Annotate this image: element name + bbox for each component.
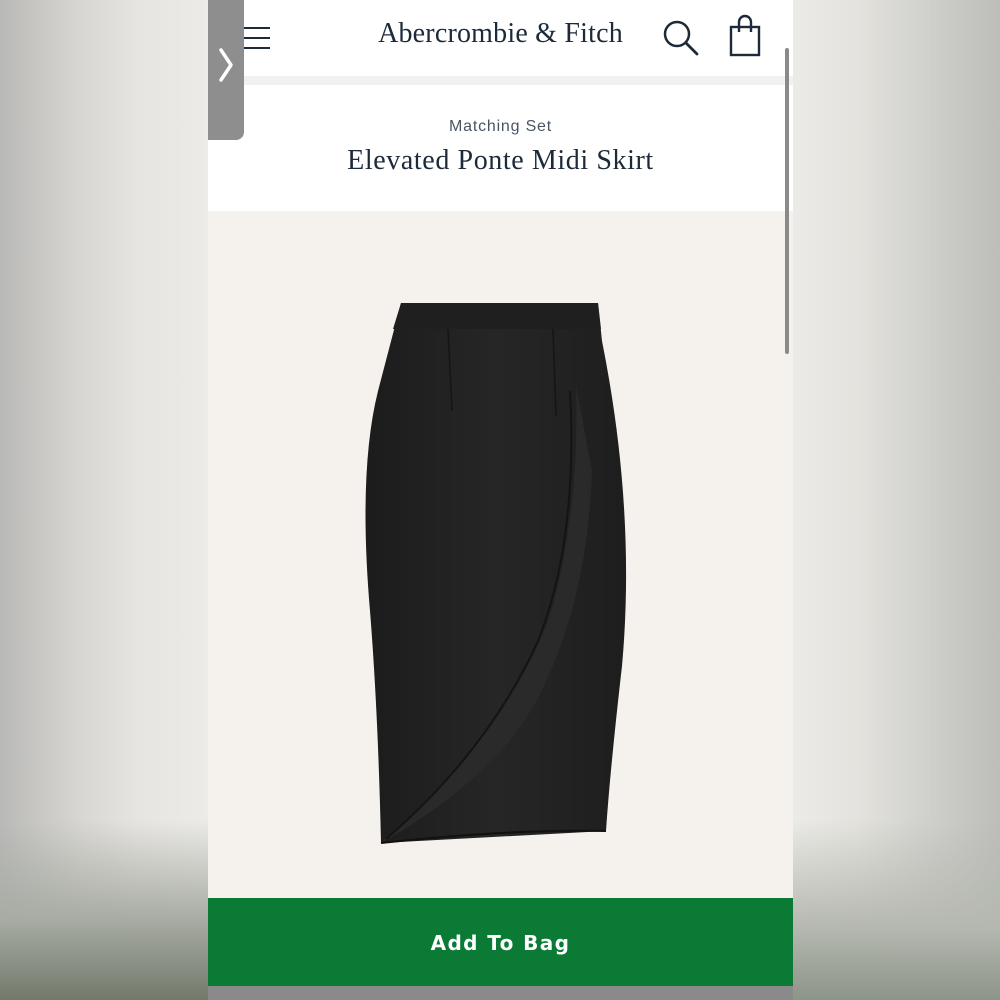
bottom-bar xyxy=(208,986,793,1000)
phone-screen: Abercrombie & Fitch Matching Set Elevate… xyxy=(208,0,793,1000)
side-panel-tab[interactable] xyxy=(208,0,244,140)
add-to-bag-button[interactable]: Add To Bag xyxy=(208,898,793,986)
brand-logo[interactable]: Abercrombie & Fitch xyxy=(208,18,793,50)
product-title: Elevated Ponte Midi Skirt xyxy=(347,145,654,176)
product-heading: Matching Set Elevated Ponte Midi Skirt xyxy=(208,85,793,211)
header-divider xyxy=(208,76,793,85)
site-header: Abercrombie & Fitch xyxy=(208,0,793,76)
skirt-illustration xyxy=(365,303,627,844)
background-blur-left xyxy=(0,820,208,1000)
shopping-bag-icon[interactable] xyxy=(728,14,762,58)
product-image[interactable] xyxy=(208,211,793,898)
product-eyebrow: Matching Set xyxy=(449,118,552,135)
chevron-right-icon xyxy=(219,48,233,82)
scrollbar[interactable] xyxy=(785,48,789,354)
search-icon[interactable] xyxy=(660,17,700,57)
background-blur-right xyxy=(793,820,1000,1000)
